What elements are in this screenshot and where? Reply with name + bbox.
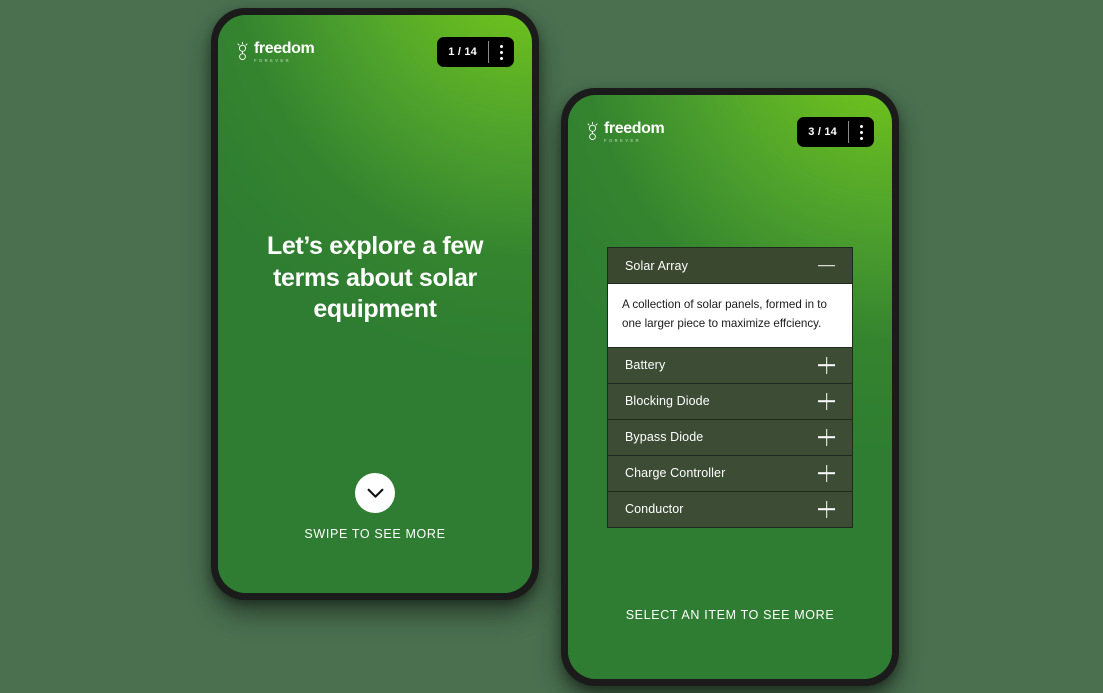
accordion-description: A collection of solar panels, formed in … — [622, 298, 827, 330]
accordion-item-battery: Battery — [608, 346, 852, 383]
swipe-down-button[interactable] — [355, 473, 395, 513]
slide-counter: 1 / 14 — [448, 46, 477, 58]
minus-icon — [818, 257, 835, 274]
brand-name: freedom — [254, 39, 315, 57]
kebab-dot — [860, 130, 863, 134]
accordion-label: Battery — [625, 358, 666, 373]
plus-icon — [818, 393, 835, 410]
brand-logo: freedom FOREVER — [586, 119, 665, 143]
accordion-label: Charge Controller — [625, 466, 726, 481]
plus-icon — [818, 429, 835, 446]
kebab-dot — [500, 56, 503, 60]
accordion-label: Conductor — [625, 502, 684, 517]
brand-tagline: FOREVER — [254, 57, 292, 63]
kebab-menu-icon[interactable] — [489, 37, 514, 67]
accordion-label: Solar Array — [625, 258, 688, 273]
accordion-header[interactable]: Conductor — [608, 491, 852, 527]
swipe-prompt: SWIPE TO SEE MORE — [218, 473, 532, 541]
kebab-dot — [500, 44, 503, 48]
select-item-hint: SELECT AN ITEM TO SEE MORE — [625, 608, 835, 622]
glossary-accordion: Solar Array A collection of solar panels… — [607, 247, 853, 528]
brand-name: freedom — [604, 119, 665, 137]
phone-two-screen: freedom FOREVER 3 / 14 Solar Array A col… — [568, 95, 892, 679]
kebab-dot — [860, 136, 863, 140]
phone-one-header-pill: 1 / 14 — [437, 37, 514, 67]
accordion-label: Bypass Diode — [625, 430, 704, 445]
accordion-header[interactable]: Solar Array — [608, 248, 852, 283]
brand-tagline: FOREVER — [604, 137, 642, 143]
phone-one-screen: freedom FOREVER 1 / 14 Let’s explore a f… — [218, 15, 532, 593]
plus-icon — [818, 357, 835, 374]
kebab-dot — [860, 124, 863, 128]
brand-logo: freedom FOREVER — [236, 39, 315, 63]
page-title: Let’s explore a few terms about solar eq… — [266, 232, 484, 323]
phone-two-header-pill: 3 / 14 — [797, 117, 874, 147]
accordion-item-charge-controller: Charge Controller — [608, 454, 852, 491]
accordion-label: Blocking Diode — [625, 394, 710, 409]
phone-mockup-slide-three: freedom FOREVER 3 / 14 Solar Array A col… — [561, 88, 899, 686]
phone-one-topbar: freedom FOREVER 1 / 14 — [218, 15, 532, 89]
lightbulb-icon — [237, 41, 248, 60]
slide-counter: 3 / 14 — [808, 126, 837, 138]
accordion-header[interactable]: Battery — [608, 347, 852, 383]
plus-icon — [818, 465, 835, 482]
accordion-header[interactable]: Blocking Diode — [608, 383, 852, 419]
kebab-dot — [500, 50, 503, 54]
accordion-panel: A collection of solar panels, formed in … — [608, 283, 852, 347]
swipe-label: SWIPE TO SEE MORE — [304, 527, 446, 541]
kebab-menu-icon[interactable] — [849, 117, 874, 147]
accordion-item-blocking-diode: Blocking Diode — [608, 382, 852, 419]
hero-section: Let’s explore a few terms about solar eq… — [218, 231, 532, 326]
lightbulb-icon — [587, 121, 598, 140]
accordion-item-solar-array: Solar Array A collection of solar panels… — [608, 248, 852, 347]
chevron-down-icon — [367, 488, 383, 498]
accordion-header[interactable]: Bypass Diode — [608, 419, 852, 455]
accordion-item-bypass-diode: Bypass Diode — [608, 418, 852, 455]
plus-icon — [818, 501, 835, 518]
accordion-item-conductor: Conductor — [608, 490, 852, 527]
phone-two-topbar: freedom FOREVER 3 / 14 — [568, 95, 892, 169]
accordion-header[interactable]: Charge Controller — [608, 455, 852, 491]
phone-mockup-slide-one: freedom FOREVER 1 / 14 Let’s explore a f… — [211, 8, 539, 600]
